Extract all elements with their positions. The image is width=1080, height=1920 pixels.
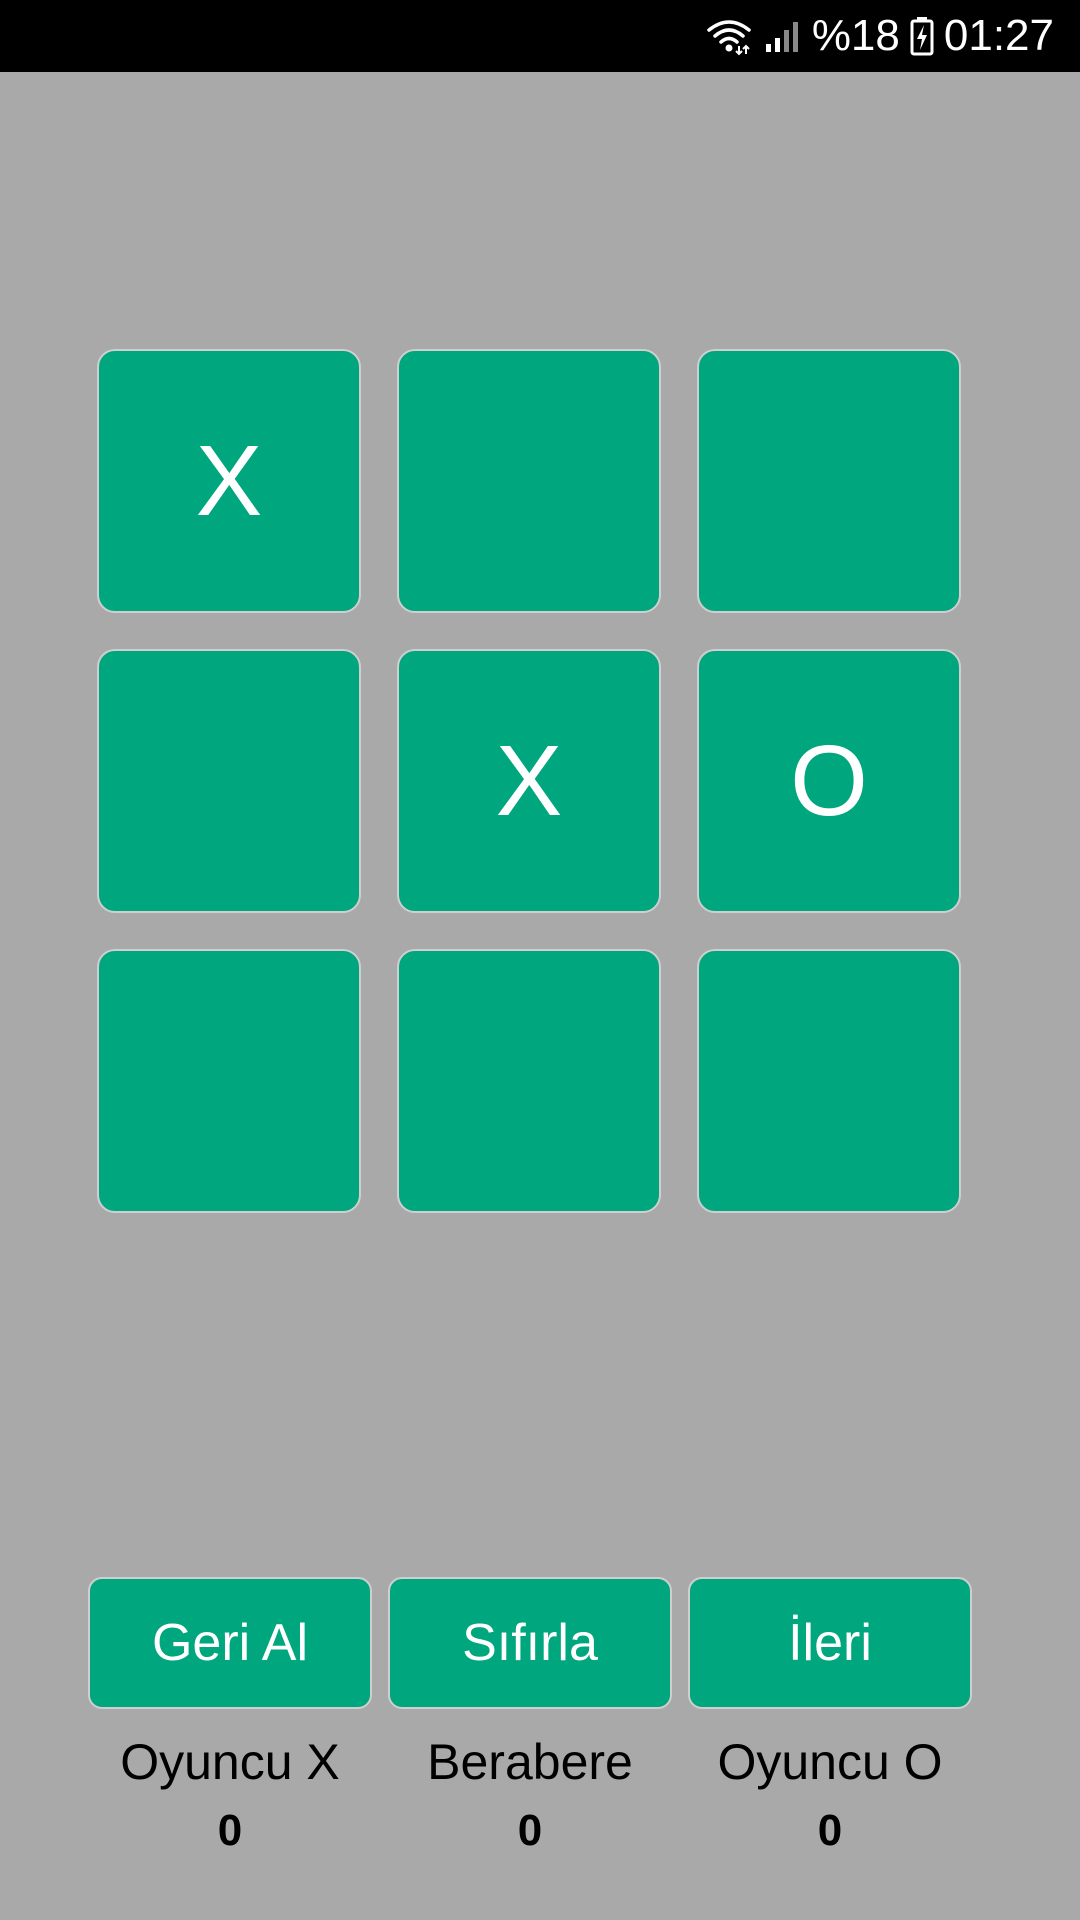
undo-button[interactable]: Geri Al xyxy=(88,1577,372,1709)
score-draw: Berabere 0 xyxy=(380,1733,680,1859)
board-cell-3[interactable] xyxy=(697,349,961,613)
board-cell-2[interactable] xyxy=(397,349,661,613)
score-player-x: Oyuncu X 0 xyxy=(80,1733,380,1859)
board-cell-9[interactable] xyxy=(697,949,961,1213)
board-cell-4[interactable] xyxy=(97,649,361,913)
board-cell-1[interactable]: X xyxy=(97,349,361,613)
redo-button[interactable]: İleri xyxy=(688,1577,972,1709)
board-cell-6[interactable]: O xyxy=(697,649,961,913)
score-value-draw: 0 xyxy=(517,1806,543,1855)
score-label-draw: Berabere xyxy=(427,1734,633,1790)
score-value-x: 0 xyxy=(217,1806,243,1855)
board-cell-5[interactable]: X xyxy=(397,649,661,913)
score-player-o: Oyuncu O 0 xyxy=(680,1733,980,1859)
score-value-o: 0 xyxy=(817,1806,843,1855)
score-label-x: Oyuncu X xyxy=(120,1734,340,1790)
score-label-o: Oyuncu O xyxy=(717,1734,943,1790)
reset-button[interactable]: Sıfırla xyxy=(388,1577,672,1709)
board-cell-7[interactable] xyxy=(97,949,361,1213)
board-cell-8[interactable] xyxy=(397,949,661,1213)
